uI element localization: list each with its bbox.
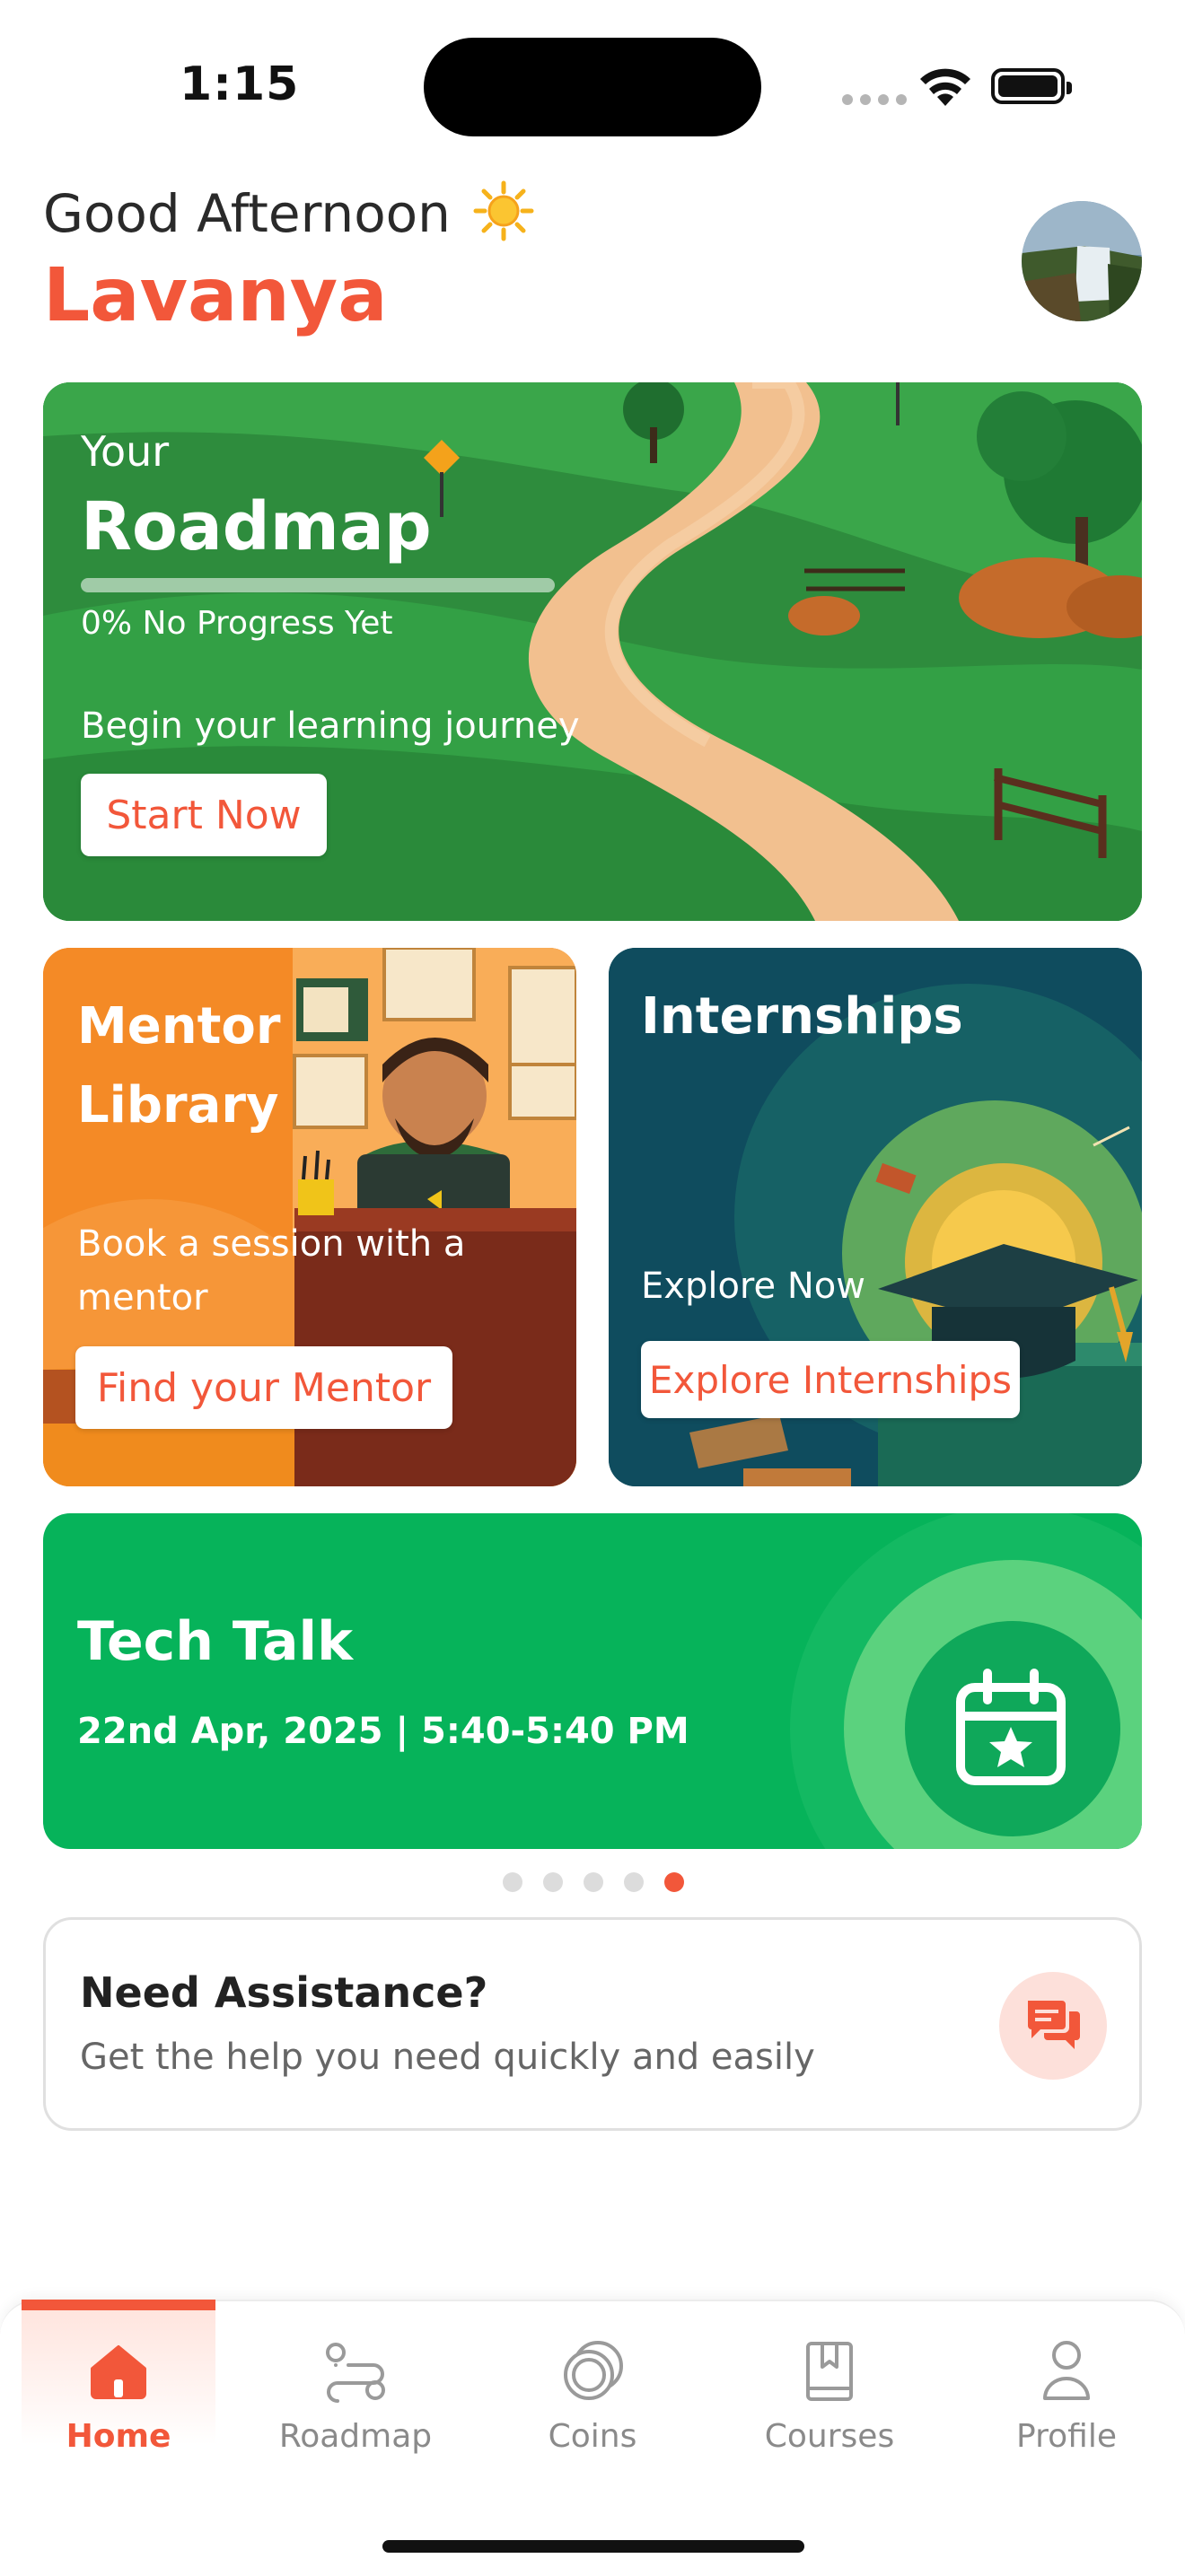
bottom-nav: Home Roadmap Coins Courses Profile [0,2300,1185,2576]
internships-card[interactable]: Internships Explore Now Explore Internsh… [609,948,1142,1486]
carousel-dot-5[interactable] [664,1872,684,1892]
carousel-dot-2[interactable] [543,1872,563,1892]
avatar[interactable] [1022,201,1142,321]
assistance-subtitle: Get the help you need quickly and easily [80,2037,815,2078]
assistance-title: Need Assistance? [80,1968,488,2017]
calendar-star-icon [952,1668,1074,1793]
roadmap-progress-bar [81,578,555,592]
tech-talk-datetime: 22nd Apr, 2025 | 5:40-5:40 PM [77,1711,689,1752]
nav-profile-label: Profile [1016,2418,1117,2455]
home-icon [89,2335,148,2407]
wifi-icon [917,65,973,111]
internships-description: Explore Now [641,1266,865,1307]
coins-icon [558,2335,627,2407]
nav-home[interactable]: Home [11,2301,226,2481]
nav-coins-label: Coins [548,2418,637,2455]
carousel-dot-3[interactable] [584,1872,603,1892]
mentor-title: Mentor Library [77,987,280,1145]
internships-title: Internships [641,987,963,1046]
mentor-description-line1: Book a session with a [77,1223,466,1265]
mentor-title-line2: Library [77,1076,279,1135]
cellular-signal-icon [840,92,908,110]
carousel-dot-4[interactable] [624,1872,644,1892]
status-time: 1:15 [180,57,300,111]
explore-internships-button[interactable]: Explore Internships [641,1341,1020,1418]
roadmap-progress-text: 0% No Progress Yet [81,605,393,642]
chat-icon [1024,1997,1082,2055]
nav-coins[interactable]: Coins [485,2301,700,2481]
mentor-title-line1: Mentor [77,997,281,1056]
roadmap-title: Roadmap [81,488,432,565]
sun-icon [472,180,535,255]
user-name: Lavanya [43,253,388,338]
mentor-description-line2: mentor [77,1277,208,1319]
nav-roadmap-label: Roadmap [278,2418,433,2455]
find-mentor-button[interactable]: Find your Mentor [75,1346,452,1429]
carousel-dot-1[interactable] [503,1872,522,1892]
nav-courses-label: Courses [764,2418,895,2455]
home-indicator [382,2540,804,2553]
book-icon [803,2335,856,2407]
greeting-text: Good Afternoon [43,180,535,255]
nav-home-label: Home [66,2418,171,2455]
battery-icon [991,68,1072,104]
tech-talk-title: Tech Talk [77,1610,353,1673]
mentor-library-card[interactable]: Mentor Library Book a session with a men… [43,948,576,1486]
nav-profile[interactable]: Profile [959,2301,1174,2481]
roadmap-card[interactable]: Your Roadmap 0% No Progress Yet Begin yo… [43,382,1142,921]
greeting-label: Good Afternoon [43,183,451,245]
user-icon [1041,2335,1092,2407]
route-icon [321,2335,390,2407]
nav-roadmap[interactable]: Roadmap [248,2301,463,2481]
assistance-card[interactable]: Need Assistance? Get the help you need q… [43,1917,1142,2131]
mentor-description: Book a session with a mentor [77,1217,465,1325]
tech-talk-card[interactable]: Tech Talk 22nd Apr, 2025 | 5:40-5:40 PM [43,1513,1142,1849]
nav-courses[interactable]: Courses [722,2301,937,2481]
chat-button[interactable] [999,1972,1107,2080]
roadmap-label: Your [81,427,170,476]
start-now-button[interactable]: Start Now [81,774,327,856]
roadmap-subtitle: Begin your learning journey [81,705,580,747]
dynamic-island [424,38,761,136]
